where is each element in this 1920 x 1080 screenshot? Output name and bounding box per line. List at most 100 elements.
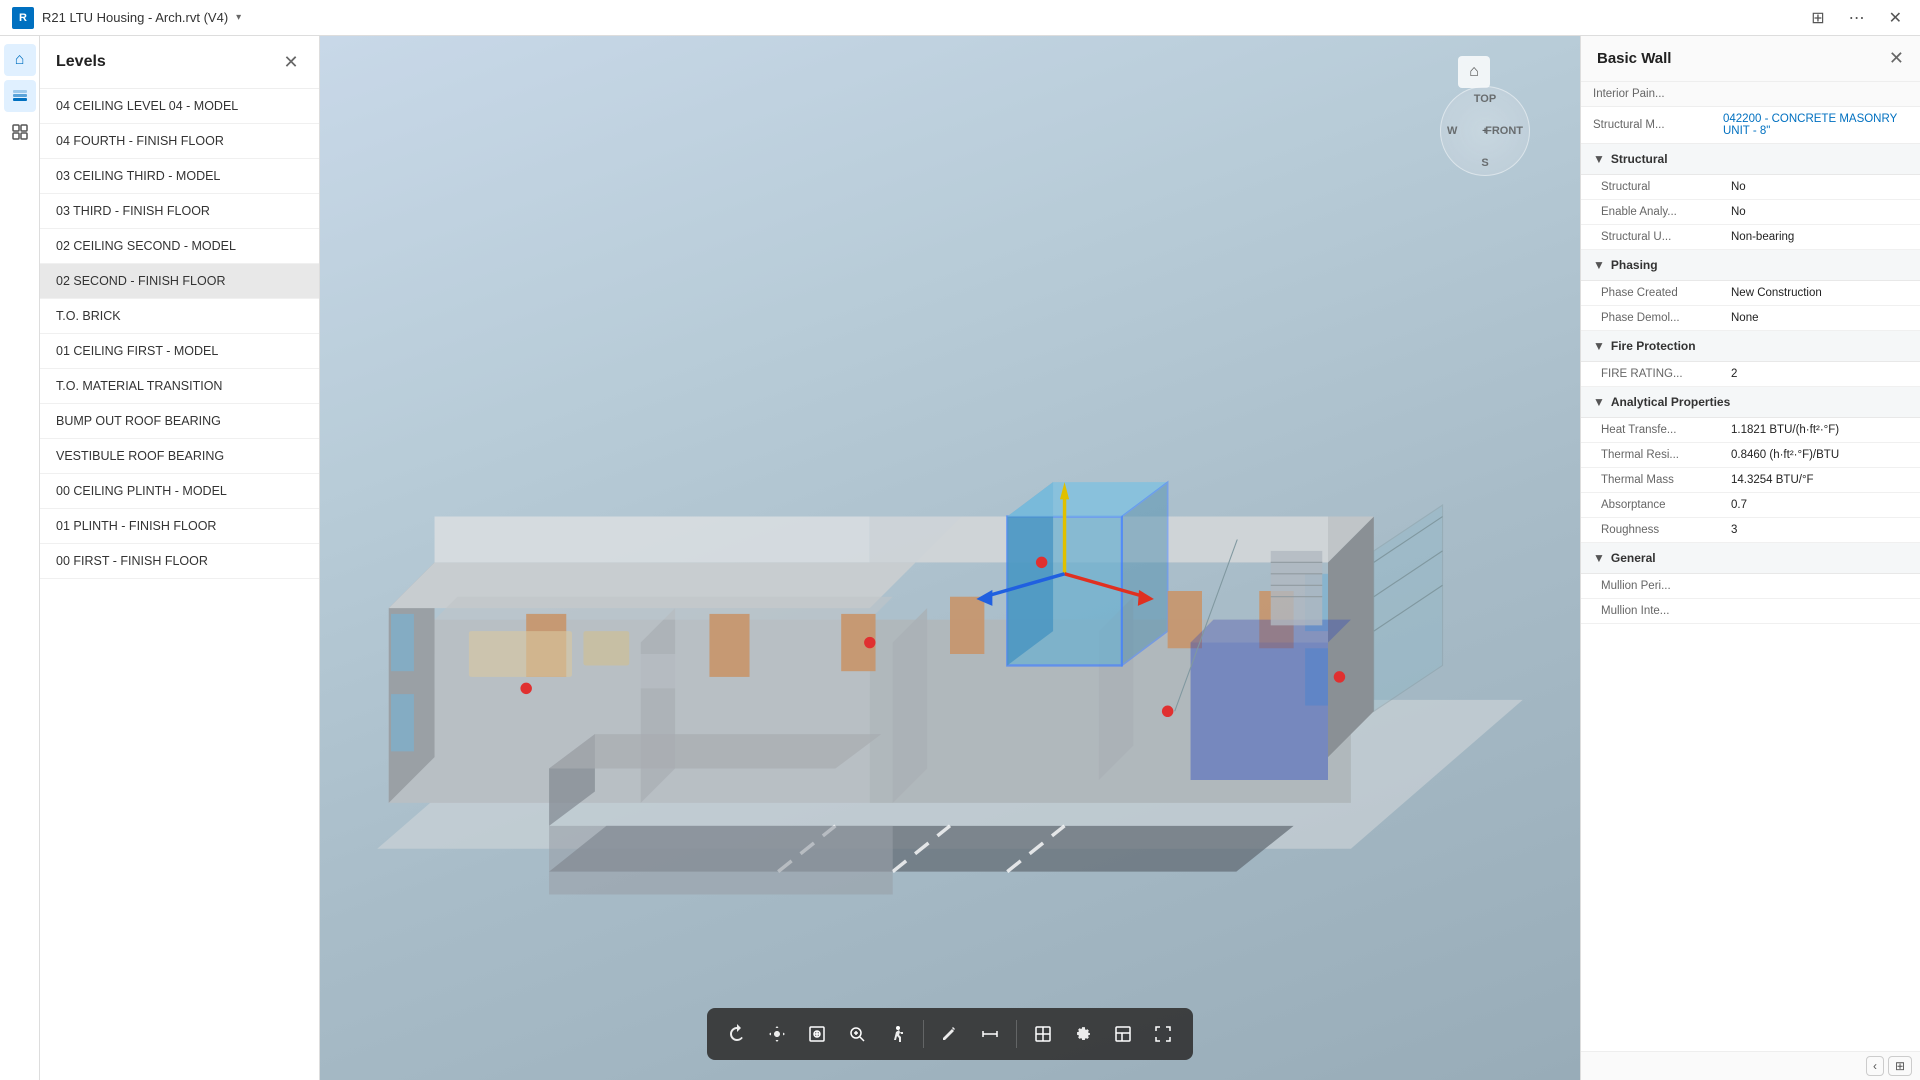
- model-tool-button[interactable]: [1105, 1016, 1141, 1052]
- levels-list: 04 CEILING LEVEL 04 - MODEL04 FOURTH - F…: [40, 89, 319, 1080]
- thermal-mass-row: Thermal Mass 14.3254 BTU/°F: [1581, 468, 1920, 493]
- measure-tool-button[interactable]: [932, 1016, 968, 1052]
- enable-analy-label: Enable Analy...: [1601, 206, 1731, 218]
- toolbar-separator-2: [1016, 1020, 1017, 1048]
- phase-created-value: New Construction: [1731, 287, 1904, 299]
- heat-transfer-label: Heat Transfe...: [1601, 424, 1731, 436]
- levels-close-button[interactable]: ✕: [279, 50, 303, 74]
- analytical-collapse-icon: ▼: [1593, 395, 1605, 409]
- level-item[interactable]: T.O. BRICK: [40, 299, 319, 334]
- fire-rating-value: 2: [1731, 368, 1904, 380]
- fullscreen-tool-button[interactable]: [1145, 1016, 1181, 1052]
- titlebar: R R21 LTU Housing - Arch.rvt (V4) ▾ ⊞ ⋯ …: [0, 0, 1920, 36]
- structural-value: No: [1731, 181, 1904, 193]
- level-item[interactable]: 00 FIRST - FINISH FLOOR: [40, 544, 319, 579]
- level-item[interactable]: BUMP OUT ROOF BEARING: [40, 404, 319, 439]
- walk-tool-button[interactable]: [879, 1016, 915, 1052]
- structural-collapse-icon: ▼: [1593, 152, 1605, 166]
- building-3d-view: [320, 36, 1580, 1020]
- roughness-value: 3: [1731, 524, 1904, 536]
- level-item[interactable]: 01 PLINTH - FINISH FLOOR: [40, 509, 319, 544]
- analytical-rows: Heat Transfe... 1.1821 BTU/(h·ft²·°F) Th…: [1581, 418, 1920, 543]
- panel-toggle-buttons: ‹ ⊞: [1866, 1056, 1912, 1076]
- panel-collapse-button[interactable]: ‹: [1866, 1056, 1884, 1076]
- interior-paint-label: Interior Pain...: [1593, 88, 1723, 100]
- properties-content: Interior Pain... Structural M... 042200 …: [1581, 82, 1920, 1051]
- sidebar-view-icon[interactable]: [4, 116, 36, 148]
- roughness-label: Roughness: [1601, 524, 1731, 536]
- properties-title: Basic Wall: [1597, 50, 1671, 67]
- thermal-mass-value: 14.3254 BTU/°F: [1731, 474, 1904, 486]
- section-box-tool-button[interactable]: [1025, 1016, 1061, 1052]
- level-item[interactable]: 02 CEILING SECOND - MODEL: [40, 229, 319, 264]
- phase-created-row: Phase Created New Construction: [1581, 281, 1920, 306]
- heat-transfer-row: Heat Transfe... 1.1821 BTU/(h·ft²·°F): [1581, 418, 1920, 443]
- level-item[interactable]: 02 SECOND - FINISH FLOOR: [40, 264, 319, 299]
- levels-header: Levels ✕: [40, 36, 319, 89]
- absorptance-label: Absorptance: [1601, 499, 1731, 511]
- structural-rows: Structural No Enable Analy... No Structu…: [1581, 175, 1920, 250]
- zoom-tool-button[interactable]: [839, 1016, 875, 1052]
- level-item[interactable]: 01 CEILING FIRST - MODEL: [40, 334, 319, 369]
- fire-rating-row: FIRE RATING... 2: [1581, 362, 1920, 387]
- general-collapse-icon: ▼: [1593, 551, 1605, 565]
- absorptance-row: Absorptance 0.7: [1581, 493, 1920, 518]
- thermal-resi-row: Thermal Resi... 0.8460 (h·ft²·°F)/BTU: [1581, 443, 1920, 468]
- thermal-resi-value: 0.8460 (h·ft²·°F)/BTU: [1731, 449, 1904, 461]
- app-title: R21 LTU Housing - Arch.rvt (V4): [42, 10, 228, 25]
- roughness-row: Roughness 3: [1581, 518, 1920, 543]
- level-item[interactable]: 00 CEILING PLINTH - MODEL: [40, 474, 319, 509]
- tablet-button[interactable]: ⊞: [1805, 6, 1830, 30]
- toolbar: [707, 1008, 1193, 1060]
- structural-m-value: 042200 - CONCRETE MASONRY UNIT - 8": [1723, 113, 1908, 137]
- section-fire-protection-header[interactable]: ▼ Fire Protection: [1581, 331, 1920, 362]
- side-icons-panel: ⌂: [0, 36, 40, 1080]
- properties-header: Basic Wall ✕: [1581, 36, 1920, 82]
- structural-m-label: Structural M...: [1593, 119, 1723, 131]
- titlebar-left: R R21 LTU Housing - Arch.rvt (V4) ▾: [12, 7, 241, 29]
- rotate-tool-button[interactable]: [719, 1016, 755, 1052]
- viewport[interactable]: ⌂ TOP S W FRONT +: [320, 36, 1580, 1080]
- level-item[interactable]: 04 CEILING LEVEL 04 - MODEL: [40, 89, 319, 124]
- measure2-tool-button[interactable]: [972, 1016, 1008, 1052]
- heat-transfer-value: 1.1821 BTU/(h·ft²·°F): [1731, 424, 1904, 436]
- structural-row-3: Structural U... Non-bearing: [1581, 225, 1920, 250]
- structural-row-2: Enable Analy... No: [1581, 200, 1920, 225]
- level-item[interactable]: 03 THIRD - FINISH FLOOR: [40, 194, 319, 229]
- thermal-mass-label: Thermal Mass: [1601, 474, 1731, 486]
- section-general-header[interactable]: ▼ General: [1581, 543, 1920, 574]
- level-item[interactable]: VESTIBULE ROOF BEARING: [40, 439, 319, 474]
- titlebar-right: ⊞ ⋯ ✕: [1805, 6, 1908, 30]
- sidebar-home-icon[interactable]: ⌂: [4, 44, 36, 76]
- zoom-region-tool-button[interactable]: [799, 1016, 835, 1052]
- panel-grid-button[interactable]: ⊞: [1888, 1056, 1912, 1076]
- level-item[interactable]: 03 CEILING THIRD - MODEL: [40, 159, 319, 194]
- phasing-section-title: Phasing: [1611, 258, 1658, 272]
- general-rows: Mullion Peri... Mullion Inte...: [1581, 574, 1920, 624]
- phase-created-label: Phase Created: [1601, 287, 1731, 299]
- fire-protection-collapse-icon: ▼: [1593, 339, 1605, 353]
- close-button[interactable]: ✕: [1883, 6, 1908, 30]
- structural-row-1: Structural No: [1581, 175, 1920, 200]
- pan-tool-button[interactable]: [759, 1016, 795, 1052]
- phase-demol-row: Phase Demol... None: [1581, 306, 1920, 331]
- mullion-inte-label: Mullion Inte...: [1601, 605, 1731, 617]
- structural-m-row: Structural M... 042200 - CONCRETE MASONR…: [1581, 107, 1920, 144]
- settings-tool-button[interactable]: [1065, 1016, 1101, 1052]
- properties-close-button[interactable]: ✕: [1889, 48, 1904, 69]
- sidebar-layers-icon[interactable]: [4, 80, 36, 112]
- title-dropdown-arrow[interactable]: ▾: [236, 12, 241, 23]
- phase-demol-value: None: [1731, 312, 1904, 324]
- interior-paint-row: Interior Pain...: [1581, 82, 1920, 107]
- structural-u-value: Non-bearing: [1731, 231, 1904, 243]
- level-item[interactable]: T.O. MATERIAL TRANSITION: [40, 369, 319, 404]
- section-structural-header[interactable]: ▼ Structural: [1581, 144, 1920, 175]
- section-analytical-header[interactable]: ▼ Analytical Properties: [1581, 387, 1920, 418]
- more-button[interactable]: ⋯: [1843, 6, 1871, 30]
- revit-icon: R: [12, 7, 34, 29]
- panel-bottom-bar: ‹ ⊞: [1581, 1051, 1920, 1080]
- absorptance-value: 0.7: [1731, 499, 1904, 511]
- phase-demol-label: Phase Demol...: [1601, 312, 1731, 324]
- level-item[interactable]: 04 FOURTH - FINISH FLOOR: [40, 124, 319, 159]
- section-phasing-header[interactable]: ▼ Phasing: [1581, 250, 1920, 281]
